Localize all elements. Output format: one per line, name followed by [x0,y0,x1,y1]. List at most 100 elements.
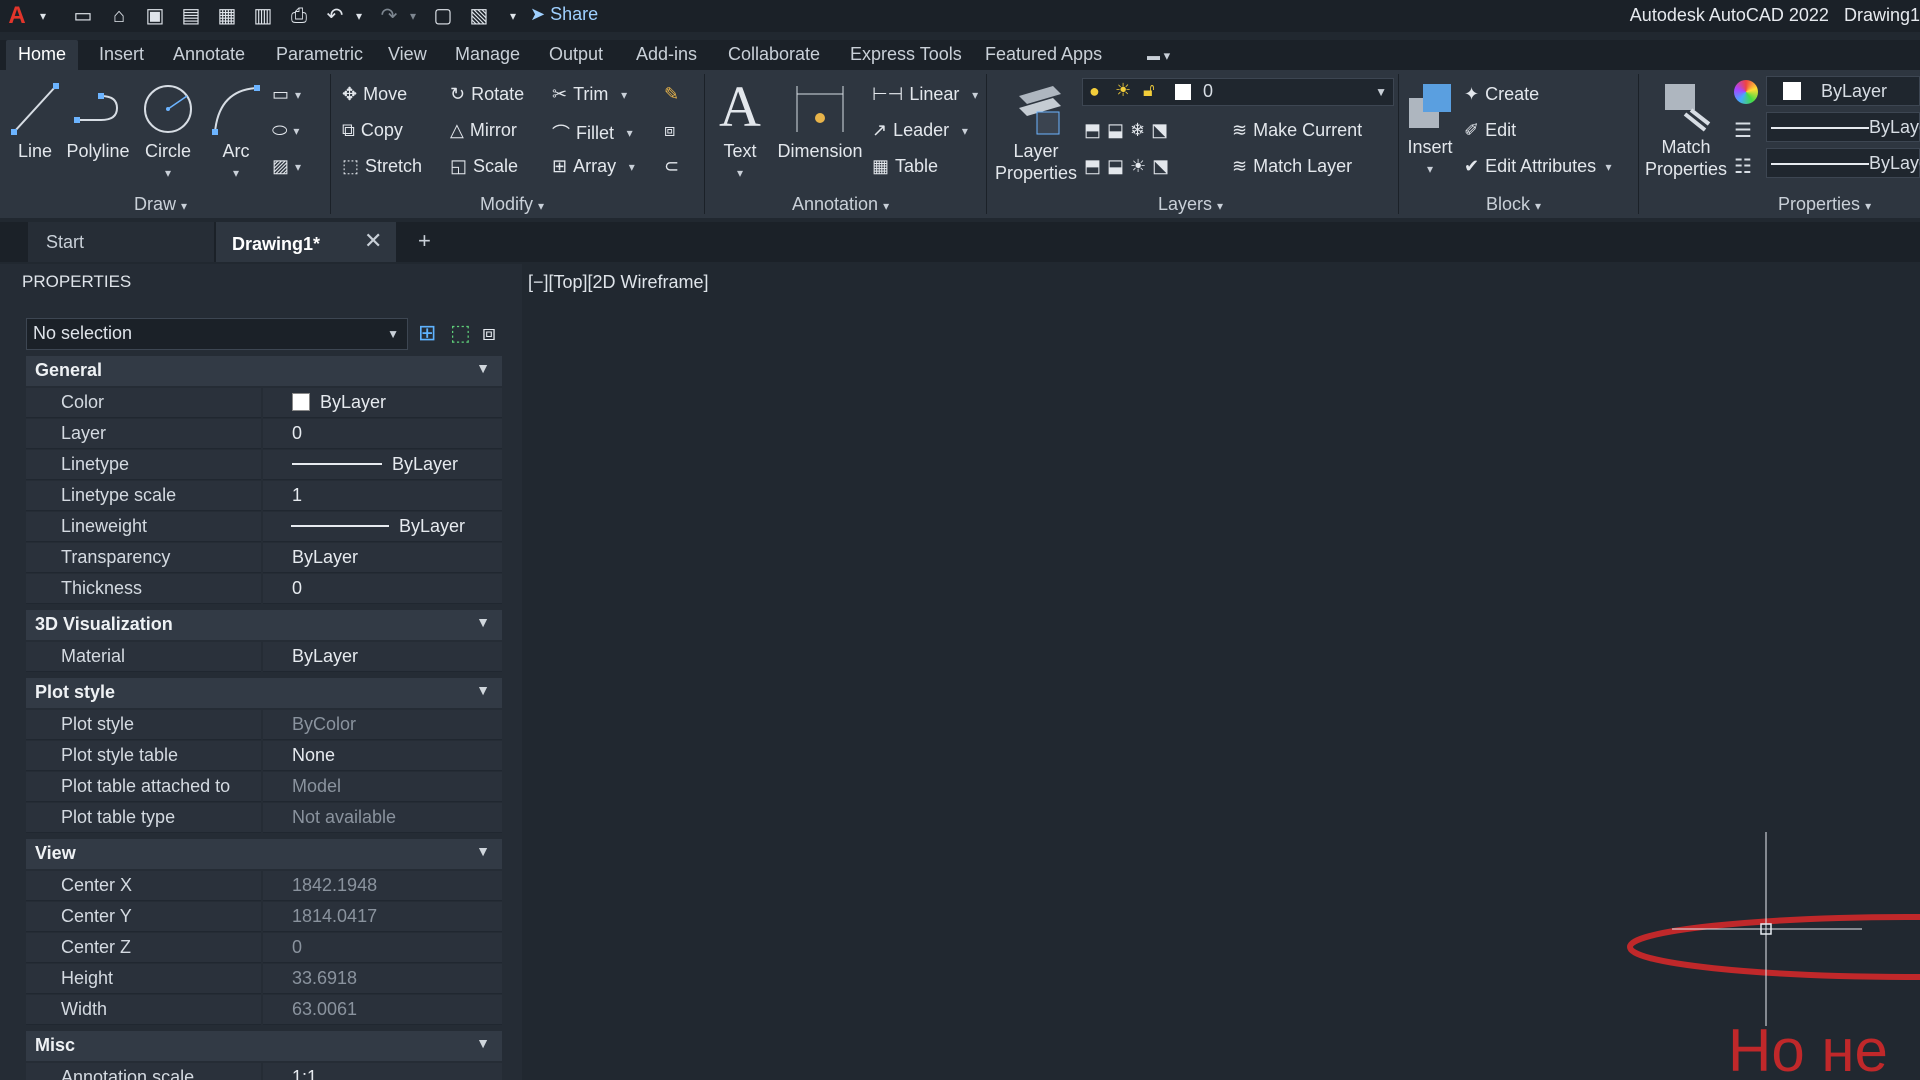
draw-panel-title[interactable]: Draw ▾ [134,194,187,215]
linetype-dropdown[interactable]: ByLaye [1766,148,1920,178]
prop-row-center-y[interactable]: Center Y 1814.0417 [26,902,502,932]
insert-dropdown-icon[interactable]: ▾ [1404,158,1456,180]
copy-button[interactable]: ⧉ Copy [342,120,403,141]
prop-row-plot-style-table[interactable]: Plot style table None [26,741,502,771]
tab-parametric[interactable]: Parametric [276,44,363,65]
prop-row-linetype-scale[interactable]: Linetype scale 1 [26,481,502,511]
prop-row-center-z[interactable]: Center Z0 [26,933,502,963]
selection-dropdown[interactable]: No selection ▼ [26,318,408,350]
new-tab-icon[interactable]: + [418,228,431,254]
arc-button[interactable]: Arc ▾ [208,82,264,184]
prop-row-width[interactable]: Width 63.0061 [26,995,502,1025]
make-current-button[interactable]: ≋ Make Current [1232,120,1362,141]
match-layer-button[interactable]: ≋ Match Layer [1232,156,1352,177]
color-wheel-icon[interactable] [1734,80,1758,104]
batch-plot-icon[interactable]: ▧ [466,4,492,28]
plot-icon[interactable]: ⎙ [286,4,312,28]
mirror-button[interactable]: △ Mirror [450,120,517,141]
array-button[interactable]: ⊞ Array ▾ [552,156,635,177]
hatch-button[interactable]: ⬭ ▾ [272,120,299,141]
doc-tab-start[interactable]: Start [28,222,214,262]
tab-output[interactable]: Output [549,44,603,65]
prop-row-layer[interactable]: Layer 0 [26,419,502,449]
rotate-button[interactable]: ↻ Rotate [450,84,524,105]
prop-row-transparency[interactable]: Transparency ByLayer [26,543,502,573]
section-plot-style[interactable]: Plot style ▼ [26,678,502,708]
tab-view[interactable]: View [388,44,427,65]
circle-dropdown-icon[interactable]: ▾ [140,162,196,184]
offset-button[interactable]: ⊂ [664,156,679,177]
prop-row-thickness[interactable]: Thickness 0 [26,574,502,604]
tab-insert[interactable]: Insert [99,44,144,65]
erase-button[interactable]: ✎ [664,84,679,105]
prop-row-height[interactable]: Height 33.6918 [26,964,502,994]
save-icon[interactable]: ▣ [142,4,168,28]
trim-button[interactable]: ✂ Trim ▾ [552,84,627,105]
lineweight-dropdown[interactable]: ByLaye [1766,112,1920,142]
tab-express-tools[interactable]: Express Tools [850,44,962,65]
text-button[interactable]: A Text ▾ [712,78,768,184]
circle-button[interactable]: Circle ▾ [140,82,196,184]
new-file-icon[interactable]: ▭ [70,4,96,28]
close-tab-icon[interactable]: ✕ [364,228,382,254]
fillet-button[interactable]: ⌒ Fillet ▾ [552,120,633,146]
rectangle-button[interactable]: ▭ ▾ [272,84,301,105]
tab-add-ins[interactable]: Add-ins [636,44,697,65]
color-dropdown[interactable]: ByLayer [1766,76,1920,106]
match-properties-button[interactable]: Match Properties [1644,80,1728,180]
section-3d-visualization[interactable]: 3D Visualization ▼ [26,610,502,640]
redo-dropdown-icon[interactable]: ▾ [400,4,426,28]
section-general[interactable]: General ▼ [26,356,502,386]
explode-button[interactable]: ⧈ [664,120,675,141]
drawing-canvas[interactable]: [−][Top][2D Wireframe] Но не [526,264,1920,1080]
tab-annotate[interactable]: Annotate [173,44,245,65]
redo-icon[interactable]: ↷ [376,4,402,28]
prop-row-color[interactable]: Color ByLayer [26,388,502,418]
save-as-icon[interactable]: ▤ [178,4,204,28]
layer-properties-button[interactable]: Layer Properties [994,82,1078,184]
tab-featured-apps[interactable]: Featured Apps [985,44,1102,65]
move-button[interactable]: ✥ Move [342,84,407,105]
layer-tools-row-2[interactable]: ⬒ ⬓ ☀ ⬔ [1084,156,1169,177]
leader-button[interactable]: ↗ Leader ▾ [872,120,968,141]
layer-dropdown[interactable]: ● ☀ 🔓︎ 0 ▼ [1082,78,1394,106]
prop-row-plot-table-type[interactable]: Plot table type Not available [26,803,502,833]
toggle-pickadd-icon[interactable]: ⊞ [418,320,436,346]
undo-icon[interactable]: ↶ [322,4,348,28]
open-folder-icon[interactable]: ⌂ [106,4,132,28]
dimension-button[interactable]: Dimension [776,82,864,162]
select-objects-icon[interactable]: ⬚ [450,320,471,346]
open-from-web-icon[interactable]: ▦ [214,4,240,28]
table-button[interactable]: ▦ Table [872,156,938,177]
prop-row-lineweight[interactable]: Lineweight ByLayer [26,512,502,542]
tab-home[interactable]: Home [6,40,79,70]
prop-row-plot-style[interactable]: Plot style ByColor [26,710,502,740]
insert-block-button[interactable]: Insert ▾ [1404,80,1456,180]
share-button[interactable]: ➤ Share [530,4,598,25]
ribbon-display-toggle-icon[interactable]: ▬ ▾ [1147,48,1170,64]
prop-row-center-x[interactable]: Center X 1842.1948 [26,871,502,901]
prop-row-linetype[interactable]: Linetype ByLayer [26,450,502,480]
stretch-button[interactable]: ⬚ Stretch [342,156,422,177]
save-to-web-icon[interactable]: ▥ [250,4,276,28]
section-misc[interactable]: Misc ▼ [26,1031,502,1061]
prop-row-plot-table-attached[interactable]: Plot table attached to Model [26,772,502,802]
section-view[interactable]: View ▼ [26,839,502,869]
app-menu-chevron-icon[interactable]: ▾ [30,4,56,28]
plot-preview-icon[interactable]: ▢ [430,4,456,28]
edit-block-button[interactable]: ✐ Edit [1464,120,1516,141]
block-panel-title[interactable]: Block ▾ [1486,194,1541,215]
layer-tools-row-1[interactable]: ⬒ ⬓ ❄ ⬔ [1084,120,1168,141]
undo-dropdown-icon[interactable]: ▾ [346,4,372,28]
line-button[interactable]: Line [8,82,62,162]
prop-row-material[interactable]: Material ByLayer [26,642,502,672]
polyline-button[interactable]: Polyline [66,82,130,162]
create-block-button[interactable]: ✦ Create [1464,84,1539,105]
annotation-panel-title[interactable]: Annotation ▾ [792,194,889,215]
layers-panel-title[interactable]: Layers ▾ [1158,194,1223,215]
linear-button[interactable]: ⊢⊣ Linear ▾ [872,84,978,105]
tab-collaborate[interactable]: Collaborate [728,44,820,65]
scale-button[interactable]: ◱ Scale [450,156,518,177]
arc-dropdown-icon[interactable]: ▾ [208,162,264,184]
autocad-logo-icon[interactable]: A [4,4,30,28]
